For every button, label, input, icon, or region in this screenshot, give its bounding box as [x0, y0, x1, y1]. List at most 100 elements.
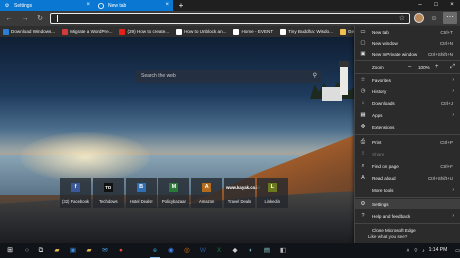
zoom-out-button[interactable]: –	[408, 64, 411, 70]
background-sun	[20, 132, 150, 182]
menu-shortcut: Ctrl+P	[440, 139, 453, 145]
menu-label: History	[372, 88, 387, 94]
favorite-item[interactable]: How to Unblock an...	[176, 28, 227, 35]
feedback-icon[interactable]: ☺	[429, 14, 439, 23]
settings-and-more-button[interactable]: ···	[443, 12, 457, 24]
menu-item-history[interactable]: ◷ History ›	[355, 86, 460, 96]
menu-item-new-tab[interactable]: ▭ New tab Ctrl+T	[355, 27, 460, 37]
clock[interactable]: 1:14 PM	[429, 248, 448, 253]
refresh-icon[interactable]: ↻	[35, 14, 45, 23]
file-explorer-icon[interactable]: ▰	[52, 243, 62, 258]
chevron-right-icon: ›	[452, 77, 454, 83]
linkedin-icon: L	[267, 183, 277, 192]
background-info-link[interactable]: Like what you see?	[368, 234, 407, 239]
folder-icon[interactable]: ▰	[84, 243, 94, 258]
quick-link-tile[interactable]: www.kayak.co.in Travel Deals	[223, 178, 261, 208]
menu-item-extensions[interactable]: ✥ Extensions	[355, 122, 460, 132]
mail-icon[interactable]: ✉	[100, 243, 110, 258]
notification-icon[interactable]: ▭	[455, 248, 460, 254]
menu-label: Zoom	[372, 64, 384, 70]
menu-item-downloads[interactable]: ↓ Downloads Ctrl+J	[355, 98, 460, 108]
menu-label: New window	[372, 40, 398, 46]
menu-separator	[355, 197, 460, 198]
app-icon[interactable]: ●	[116, 243, 126, 258]
favorite-label: How to Unblock an...	[184, 29, 227, 34]
quick-link-tile[interactable]: f (32) Facebook	[60, 178, 91, 208]
read-aloud-icon: A	[361, 175, 365, 181]
zoom-in-button[interactable]: +	[435, 64, 439, 70]
favorite-item[interactable]: Download Windows...	[3, 28, 55, 35]
menu-item-read-aloud[interactable]: A Read aloud Ctrl+Shift+U	[355, 173, 460, 183]
menu-label: Read aloud	[372, 175, 396, 181]
menu-label: Downloads	[372, 100, 395, 106]
menu-item-new-window[interactable]: ▢ New window Ctrl+N	[355, 38, 460, 48]
close-tab-icon[interactable]: ×	[165, 2, 169, 9]
app-icon[interactable]: ▤	[262, 243, 272, 258]
menu-item-settings[interactable]: ⚙ Settings	[355, 199, 460, 209]
favorite-item[interactable]: Tiny Buddha: Wisdo...	[280, 28, 333, 35]
menu-item-share: ⇪ Share	[355, 149, 460, 159]
favorite-star-icon[interactable]: ☆	[399, 14, 405, 23]
menu-item-help-and-feedback[interactable]: ? Help and feedback ›	[355, 211, 460, 221]
youtube-icon	[119, 28, 126, 35]
quick-link-tile[interactable]: M Policybazaar	[158, 178, 190, 208]
volume-icon[interactable]: ♪	[422, 248, 425, 254]
address-bar[interactable]: ☆	[50, 13, 410, 24]
close-tab-icon[interactable]: ×	[86, 2, 90, 9]
menu-item-favorites[interactable]: ☆ Favorites ›	[355, 75, 460, 85]
favorite-label: Migrate a WordPre...	[70, 29, 113, 34]
profile-avatar[interactable]	[414, 13, 424, 23]
app-icon[interactable]: ◧	[278, 243, 288, 258]
excel-icon[interactable]: X	[214, 243, 224, 258]
app-icon[interactable]: ◐	[246, 243, 256, 258]
quick-link-label: Techdows	[98, 199, 118, 204]
page-icon	[233, 28, 240, 35]
search-icon[interactable]: ⚲	[313, 70, 317, 83]
windows-start-icon[interactable]: ⊞	[4, 243, 16, 258]
menu-label: Print	[372, 139, 382, 145]
task-view-icon[interactable]: ⧉	[36, 243, 46, 258]
menu-item-new-inprivate-window[interactable]: ▣ New InPrivate window Ctrl+Shift+N	[355, 49, 460, 59]
minimize-icon[interactable]: –	[412, 0, 428, 11]
favorite-item[interactable]: Home - EVENT	[233, 28, 273, 35]
quick-link-tile[interactable]: L Linkedin	[256, 178, 288, 208]
page-icon	[280, 28, 287, 35]
app-icon[interactable]: ◆	[230, 243, 240, 258]
favorite-item[interactable]: (29) How to create...	[119, 28, 169, 35]
menu-item-find-on-page[interactable]: ⌕ Find on page Ctrl+F	[355, 161, 460, 171]
menu-item-more-tools[interactable]: More tools ›	[355, 185, 460, 195]
chrome-icon[interactable]: ◉	[166, 243, 176, 258]
menu-item-print[interactable]: ⎙ Print Ctrl+P	[355, 137, 460, 147]
folder-icon	[339, 28, 346, 35]
quick-link-tile[interactable]: B Hotel Deals!	[125, 178, 157, 208]
tab-new-tab[interactable]: New tab ×	[94, 0, 173, 11]
menu-label: Help and feedback	[372, 213, 411, 219]
back-icon[interactable]: ←	[4, 14, 14, 23]
chevron-up-icon[interactable]: ˄	[407, 248, 410, 254]
search-box[interactable]: Search the web ⚲	[136, 70, 322, 83]
firefox-icon[interactable]: ◎	[182, 243, 192, 258]
kayak-icon: www.kayak.co.in	[225, 185, 261, 190]
gear-icon: ⚙	[360, 201, 366, 207]
store-icon[interactable]: ▣	[68, 243, 78, 258]
fullscreen-icon[interactable]: ⤢	[450, 64, 455, 71]
forward-icon[interactable]: →	[20, 14, 30, 23]
quick-link-tile[interactable]: TD Techdows	[92, 178, 124, 208]
menu-label: Extensions	[372, 124, 395, 130]
search-icon[interactable]: ○	[22, 243, 32, 258]
network-icon[interactable]: ⌔	[413, 248, 418, 254]
facebook-icon: f	[71, 183, 80, 192]
new-tab-button[interactable]: +	[176, 0, 186, 11]
menu-label: Apps	[372, 112, 383, 118]
maximize-icon[interactable]: □	[428, 0, 444, 11]
quick-link-tile[interactable]: A Amazon	[191, 178, 223, 208]
tab-settings[interactable]: ⚙ Settings ×	[0, 0, 94, 11]
word-icon[interactable]: W	[198, 243, 208, 258]
extensions-icon: ✥	[360, 124, 366, 130]
favorite-item[interactable]: Migrate a WordPre...	[62, 28, 113, 35]
edge-taskbar-icon[interactable]: e	[150, 243, 160, 258]
techdows-icon: TD	[103, 183, 113, 192]
menu-item-apps[interactable]: ▦ Apps ›	[355, 110, 460, 120]
menu-separator	[355, 223, 460, 224]
close-window-icon[interactable]: ×	[444, 0, 460, 11]
